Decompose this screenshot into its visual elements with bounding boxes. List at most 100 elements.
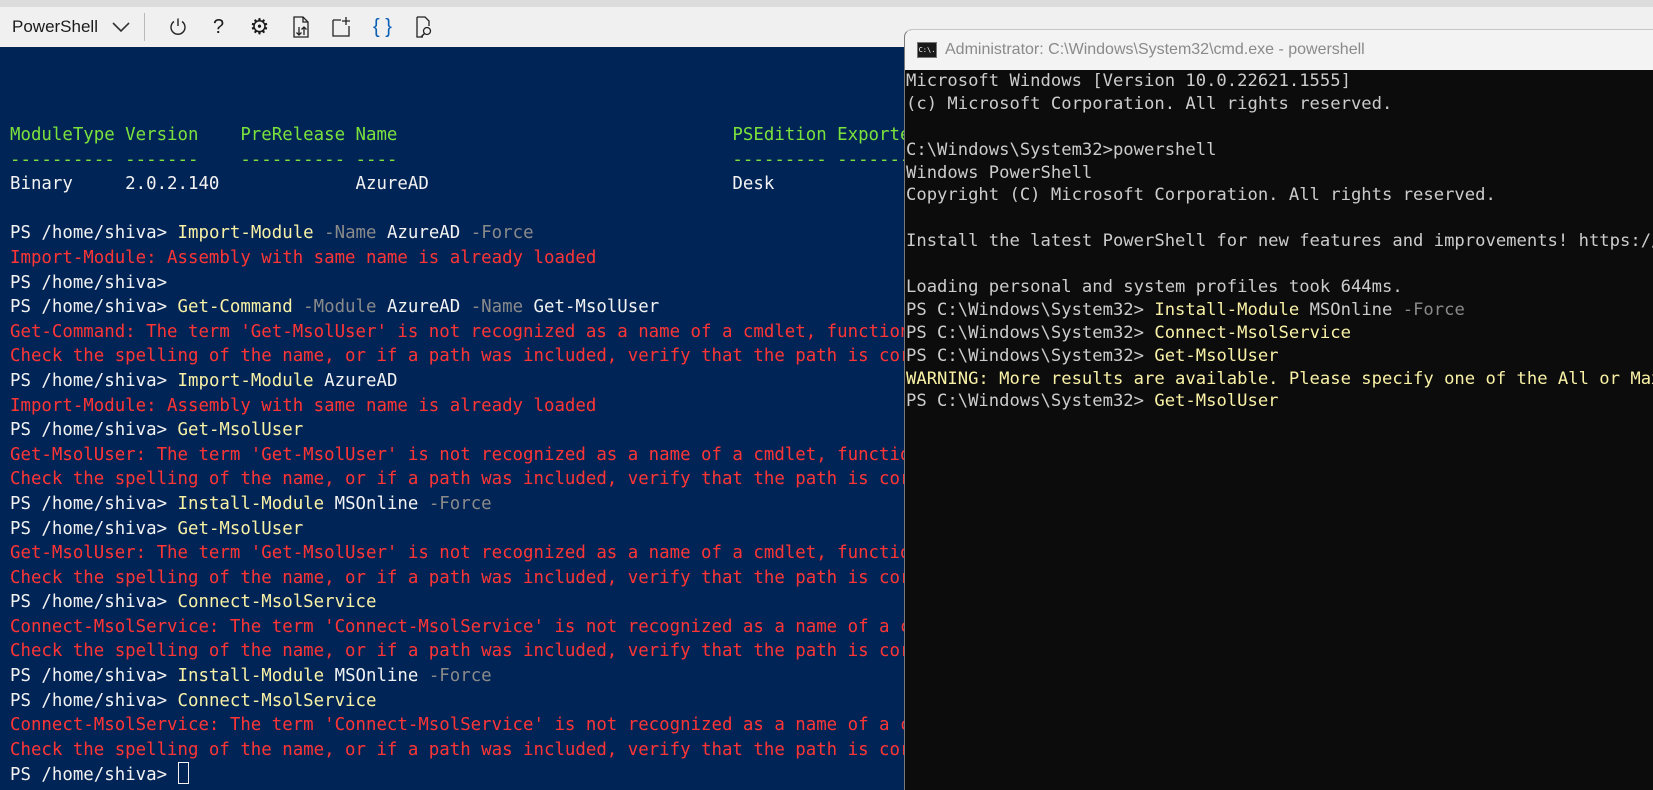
terminal-line: PS C:\Windows\System32> Get-MsolUser <box>906 390 1653 413</box>
chevron-down-icon <box>112 22 130 32</box>
web-preview-button[interactable] <box>403 7 444 47</box>
line-segment: Check the spelling of the name, or if a … <box>10 567 911 588</box>
terminal-line: Check the spelling of the name, or if a … <box>10 344 1005 369</box>
line-segment: PS /home/shiva> <box>10 493 178 514</box>
braces-icon: { } <box>373 15 392 38</box>
power-icon <box>169 18 186 35</box>
line-segment: -Module <box>292 297 377 318</box>
line-segment: WARNING: More results are available. Ple… <box>906 368 1653 389</box>
terminal-line: PS /home/shiva> Get-MsolUser <box>10 517 1005 542</box>
line-segment: Connect-MsolService: The term 'Connect-M… <box>10 715 911 736</box>
shell-selector-label: PowerShell <box>12 17 98 36</box>
terminal-line: Copyright (C) Microsoft Corporation. All… <box>906 184 1653 207</box>
terminal-line: Connect-MsolService: The term 'Connect-M… <box>10 713 1005 738</box>
terminal-line: Install the latest PowerShell for new fe… <box>906 230 1653 253</box>
cmd-window[interactable]: C:\. Administrator: C:\Windows\System32\… <box>904 29 1653 790</box>
terminal-line: PS /home/shiva> <box>10 762 1005 787</box>
line-segment: Get-Command <box>177 297 293 318</box>
terminal-line: PS /home/shiva> Install-Module MSOnline … <box>10 664 1005 689</box>
line-segment: PS /home/shiva> <box>10 690 178 711</box>
terminal-line: Get-MsolUser: The term 'Get-MsolUser' is… <box>10 443 1005 468</box>
line-segment: (c) Microsoft Corporation. All rights re… <box>906 93 1393 114</box>
line-segment: ---------- ------- ---------- ---- -----… <box>10 149 1005 170</box>
terminal-line: PS /home/shiva> Import-Module -Name Azur… <box>10 221 1005 246</box>
upload-download-icon <box>292 16 309 38</box>
line-segment: Install-Module <box>177 666 325 687</box>
line-segment: ModuleType Version PreRelease Name PSEdi… <box>10 125 1005 145</box>
line-segment: AzureAD <box>376 297 461 318</box>
terminal-line: PS C:\Windows\System32> Install-Module M… <box>906 299 1653 322</box>
line-segment: Check the spelling of the name, or if a … <box>10 641 911 662</box>
line-segment: Check the spelling of the name, or if a … <box>10 469 911 490</box>
editor-button[interactable]: { } <box>362 7 403 47</box>
line-segment: PS /home/shiva> <box>10 666 178 687</box>
top-strip <box>0 0 1653 7</box>
terminal-line: Connect-MsolService: The term 'Connect-M… <box>10 615 1005 640</box>
restart-button[interactable] <box>157 7 198 47</box>
line-segment: Get-Command: The term 'Get-MsolUser' is … <box>10 321 911 342</box>
line-segment: C:\Windows\System32>powershell <box>906 139 1217 160</box>
line-segment: PS C:\Windows\System32> <box>906 391 1155 412</box>
line-segment: PS /home/shiva> <box>10 223 178 244</box>
line-segment: -Force <box>418 493 492 514</box>
terminal-line: Check the spelling of the name, or if a … <box>10 738 1005 763</box>
terminal-line: Get-MsolUser: The term 'Get-MsolUser' is… <box>10 541 1005 566</box>
settings-button[interactable]: ⚙ <box>239 7 280 47</box>
line-segment: Get-MsolUser <box>1154 345 1279 366</box>
line-segment: PS /home/shiva> <box>10 765 178 786</box>
terminal-line: Binary 2.0.2.140 AzureAD Desk <box>10 172 1005 197</box>
terminal-line: Check the spelling of the name, or if a … <box>10 467 1005 492</box>
line-segment: AzureAD <box>376 223 461 244</box>
line-segment: Get-MsolUser <box>1154 391 1279 412</box>
line-segment: Copyright (C) Microsoft Corporation. All… <box>906 185 1496 206</box>
line-segment: PS /home/shiva> <box>10 297 178 318</box>
terminal-line: WARNING: More results are available. Ple… <box>906 368 1653 391</box>
terminal-line: PS C:\Windows\System32> Connect-MsolServ… <box>906 322 1653 345</box>
line-segment: -Force <box>1392 299 1465 320</box>
line-segment: Import-Module <box>177 370 314 391</box>
line-segment: Microsoft Windows [Version 10.0.22621.15… <box>906 71 1351 91</box>
terminal-line: PS /home/shiva> Connect-MsolService <box>10 689 1005 714</box>
line-segment: Connect-MsolService: The term 'Connect-M… <box>10 616 911 637</box>
terminal-line: PS /home/shiva> Connect-MsolService <box>10 590 1005 615</box>
terminal-line: ---------- ------- ---------- ---- -----… <box>10 148 1005 173</box>
line-segment: Connect-MsolService <box>177 690 377 711</box>
line-segment: PS C:\Windows\System32> <box>906 322 1155 343</box>
terminal-line: Microsoft Windows [Version 10.0.22621.15… <box>906 70 1653 93</box>
line-segment: MSOnline <box>1299 299 1393 320</box>
terminal-output: ModuleType Version PreRelease Name PSEdi… <box>10 123 1005 787</box>
line-segment: Get-MsolUser: The term 'Get-MsolUser' is… <box>10 444 911 465</box>
terminal-line: Import-Module: Assembly with same name i… <box>10 246 1005 271</box>
terminal-line: Check the spelling of the name, or if a … <box>10 639 1005 664</box>
line-segment: PS /home/shiva> <box>10 420 178 441</box>
line-segment: MSOnline <box>324 493 419 514</box>
terminal-line: PS /home/shiva> Install-Module MSOnline … <box>10 492 1005 517</box>
gear-icon: ⚙ <box>249 14 270 39</box>
line-segment: Connect-MsolService <box>1154 322 1351 343</box>
line-segment: Import-Module: Assembly with same name i… <box>10 395 597 416</box>
line-segment: PS /home/shiva> <box>10 592 178 613</box>
terminal-line: PS /home/shiva> Get-MsolUser <box>10 418 1005 443</box>
terminal-line: Get-Command: The term 'Get-MsolUser' is … <box>10 320 1005 345</box>
help-button[interactable]: ? <box>198 7 239 47</box>
terminal-line: C:\Windows\System32>powershell <box>906 139 1653 162</box>
cmd-window-titlebar[interactable]: C:\. Administrator: C:\Windows\System32\… <box>905 30 1653 70</box>
line-segment: Binary 2.0.2.140 AzureAD Desk <box>10 174 775 195</box>
line-segment: -Name <box>460 297 524 318</box>
new-session-button[interactable] <box>321 7 362 47</box>
line-segment: PS /home/shiva> <box>10 518 178 539</box>
terminal-line: PS /home/shiva> Import-Module AzureAD <box>10 369 1005 394</box>
line-segment: Get-MsolUser <box>177 518 304 539</box>
cmd-app-icon: C:\. <box>917 42 937 58</box>
upload-download-button[interactable] <box>280 7 321 47</box>
terminal-line: PS /home/shiva> Get-Command -Module Azur… <box>10 295 1005 320</box>
line-segment: Windows PowerShell <box>906 162 1093 183</box>
terminal-line: Check the spelling of the name, or if a … <box>10 566 1005 591</box>
shell-selector-dropdown[interactable]: PowerShell <box>0 7 130 47</box>
line-segment: MSOnline <box>324 666 419 687</box>
text-cursor <box>177 762 189 785</box>
